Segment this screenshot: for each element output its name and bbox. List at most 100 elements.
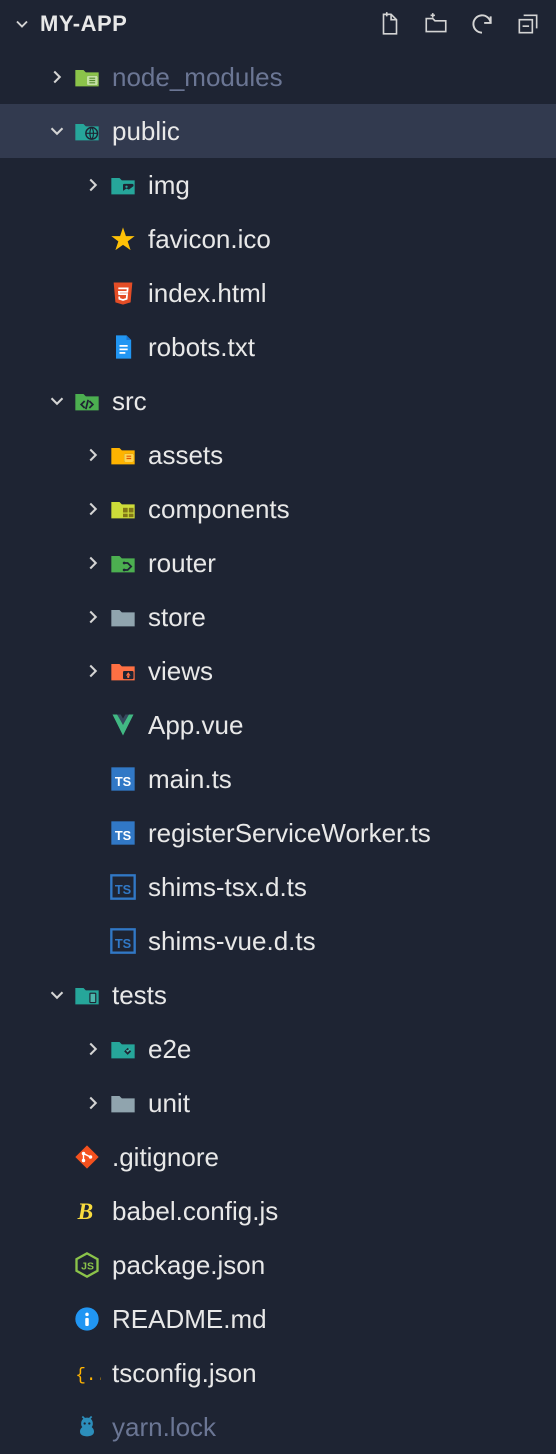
explorer-header: MY-APP — [0, 0, 556, 44]
tree-item-e2e[interactable]: e2e — [0, 1022, 556, 1076]
chevron-right-icon[interactable] — [42, 62, 72, 92]
chevron-down-icon[interactable] — [42, 116, 72, 146]
chevron-right-icon[interactable] — [78, 170, 108, 200]
chevron-right-icon[interactable] — [78, 548, 108, 578]
tree-item-assets[interactable]: assets — [0, 428, 556, 482]
tree-item-node-modules[interactable]: node_modules — [0, 50, 556, 104]
tree-item-label: tests — [112, 980, 167, 1011]
header-actions — [376, 10, 546, 38]
folder-icon — [108, 602, 138, 632]
chevron-right-icon[interactable] — [78, 440, 108, 470]
babel-icon: B — [72, 1196, 102, 1226]
tree-item-babel-config-js[interactable]: Bbabel.config.js — [0, 1184, 556, 1238]
tree-item-shims-tsx-d-ts[interactable]: TS shims-tsx.d.ts — [0, 860, 556, 914]
tree-item-tests[interactable]: tests — [0, 968, 556, 1022]
folder-tests-icon — [72, 980, 102, 1010]
folder-node-icon — [72, 62, 102, 92]
folder-assets-icon — [108, 440, 138, 470]
tree-item-robots-txt[interactable]: robots.txt — [0, 320, 556, 374]
svg-text:B: B — [77, 1199, 94, 1225]
tree-item-label: assets — [148, 440, 223, 471]
svg-text:{..}: {..} — [75, 1366, 101, 1386]
tree-item-unit[interactable]: unit — [0, 1076, 556, 1130]
tree-item-label: router — [148, 548, 216, 579]
tree-item-router[interactable]: router — [0, 536, 556, 590]
tree-item-components[interactable]: components — [0, 482, 556, 536]
folder-icon — [108, 1088, 138, 1118]
tree-item-index-html[interactable]: index.html — [0, 266, 556, 320]
tree-item-label: babel.config.js — [112, 1196, 278, 1227]
favicon-icon — [108, 224, 138, 254]
ts-icon: TS — [108, 764, 138, 794]
folder-e2e-icon — [108, 1034, 138, 1064]
tree-item-store[interactable]: store — [0, 590, 556, 644]
tree-item-label: tsconfig.json — [112, 1358, 257, 1389]
tree-item-shims-vue-d-ts[interactable]: TS shims-vue.d.ts — [0, 914, 556, 968]
tree-item-img[interactable]: img — [0, 158, 556, 212]
tree-item-label: shims-tsx.d.ts — [148, 872, 307, 903]
tree-item-label: views — [148, 656, 213, 687]
tree-item-label: public — [112, 116, 180, 147]
tree-item-label: e2e — [148, 1034, 191, 1065]
svg-text:JS: JS — [81, 1261, 94, 1273]
tree-item-label: components — [148, 494, 290, 525]
tree-item--gitignore[interactable]: .gitignore — [0, 1130, 556, 1184]
tree-item-views[interactable]: views — [0, 644, 556, 698]
vue-icon — [108, 710, 138, 740]
chevron-right-icon[interactable] — [78, 494, 108, 524]
dts-icon: TS — [108, 926, 138, 956]
dts-icon: TS — [108, 872, 138, 902]
tree-item-tsconfig-json[interactable]: {..} tsconfig.json — [0, 1346, 556, 1400]
tree-item-favicon-ico[interactable]: favicon.ico — [0, 212, 556, 266]
folder-img-icon — [108, 170, 138, 200]
nodejs-icon: JS — [72, 1250, 102, 1280]
collapse-all-icon[interactable] — [514, 10, 542, 38]
tree-item-public[interactable]: public — [0, 104, 556, 158]
tree-item-main-ts[interactable]: TS main.ts — [0, 752, 556, 806]
tree-item-label: package.json — [112, 1250, 265, 1281]
html-icon — [108, 278, 138, 308]
chevron-right-icon[interactable] — [78, 602, 108, 632]
project-title: MY-APP — [40, 11, 127, 37]
svg-text:TS: TS — [115, 882, 132, 897]
tree-item-yarn-lock[interactable]: yarn.lock — [0, 1400, 556, 1454]
chevron-down-icon[interactable] — [42, 980, 72, 1010]
tree-item-label: registerServiceWorker.ts — [148, 818, 431, 849]
tree-item-package-json[interactable]: JS package.json — [0, 1238, 556, 1292]
tree-item-label: README.md — [112, 1304, 267, 1335]
new-folder-icon[interactable] — [422, 10, 450, 38]
ts-icon: TS — [108, 818, 138, 848]
tree-item-label: robots.txt — [148, 332, 255, 363]
yarn-icon — [72, 1412, 102, 1442]
file-tree: node_modulespublic img favicon.ico index.ht… — [0, 44, 556, 1454]
tree-item-label: main.ts — [148, 764, 232, 795]
tree-item-src[interactable]: src — [0, 374, 556, 428]
git-icon — [72, 1142, 102, 1172]
tree-item-label: unit — [148, 1088, 190, 1119]
svg-text:TS: TS — [115, 828, 132, 843]
chevron-down-icon[interactable] — [42, 386, 72, 416]
tree-item-registerserviceworker-ts[interactable]: TS registerServiceWorker.ts — [0, 806, 556, 860]
folder-src-icon — [72, 386, 102, 416]
tree-item-label: index.html — [148, 278, 267, 309]
tree-item-app-vue[interactable]: App.vue — [0, 698, 556, 752]
tree-item-label: .gitignore — [112, 1142, 219, 1173]
folder-views-icon — [108, 656, 138, 686]
tree-item-label: yarn.lock — [112, 1412, 216, 1443]
folder-components-icon — [108, 494, 138, 524]
refresh-icon[interactable] — [468, 10, 496, 38]
tree-item-label: src — [112, 386, 147, 417]
folder-router-icon — [108, 548, 138, 578]
svg-text:TS: TS — [115, 774, 132, 789]
txt-icon — [108, 332, 138, 362]
tree-item-label: store — [148, 602, 206, 633]
tree-item-label: favicon.ico — [148, 224, 271, 255]
chevron-right-icon[interactable] — [78, 1034, 108, 1064]
header-left[interactable]: MY-APP — [10, 11, 376, 37]
chevron-right-icon[interactable] — [78, 656, 108, 686]
new-file-icon[interactable] — [376, 10, 404, 38]
chevron-down-icon — [10, 12, 34, 36]
tree-item-readme-md[interactable]: README.md — [0, 1292, 556, 1346]
tree-item-label: shims-vue.d.ts — [148, 926, 316, 957]
chevron-right-icon[interactable] — [78, 1088, 108, 1118]
